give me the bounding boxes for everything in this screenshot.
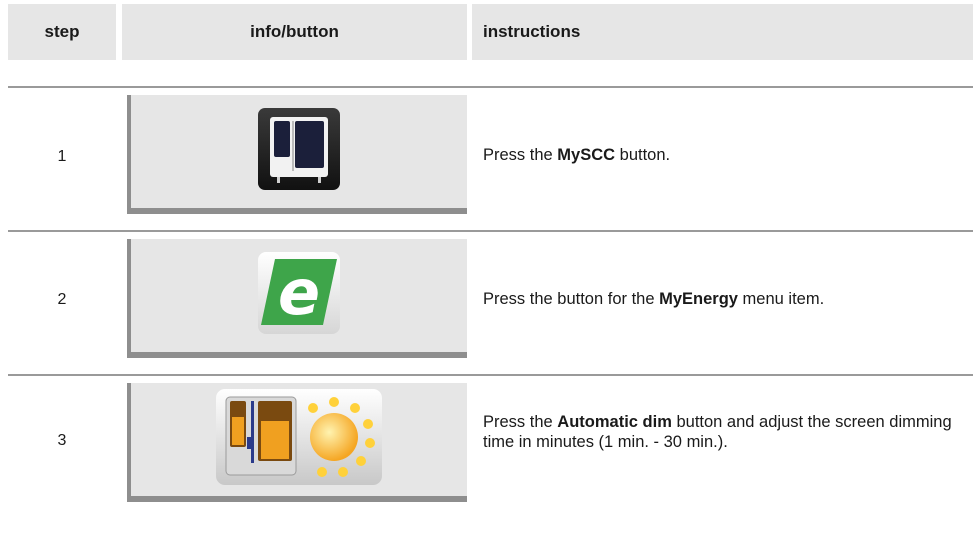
header-step: step [8, 4, 116, 60]
step-3-button-panel [127, 383, 467, 502]
step-number: 3 [57, 432, 67, 449]
step-2-button-panel: e [127, 239, 467, 358]
header-instructions: instructions [472, 4, 973, 60]
row-divider [8, 86, 973, 88]
header-info-button: info/button [122, 4, 467, 60]
step-number: 2 [57, 291, 67, 308]
row-divider [8, 374, 973, 376]
myenergy-label: MyEnergy [659, 290, 738, 308]
myenergy-e-icon[interactable]: e [257, 251, 341, 340]
automatic-dim-label: Automatic dim [557, 413, 672, 431]
step-1-button-panel [127, 95, 467, 214]
step-number: 1 [57, 148, 67, 165]
step-2-instruction: Press the button for the MyEnergy menu i… [483, 290, 825, 308]
myscc-oven-icon[interactable] [257, 107, 341, 196]
header-step-label: step [44, 22, 80, 41]
step-1-instruction: Press the MySCC button. [483, 146, 671, 164]
header-instructions-label: instructions [483, 22, 581, 41]
automatic-dim-icon[interactable] [214, 387, 384, 492]
svg-text:e: e [278, 256, 320, 329]
header-info-label: info/button [250, 22, 339, 41]
row-divider [8, 230, 973, 232]
step-3-instruction: Press the Automatic dim button and adjus… [483, 413, 952, 451]
myscc-label: MySCC [557, 146, 616, 164]
